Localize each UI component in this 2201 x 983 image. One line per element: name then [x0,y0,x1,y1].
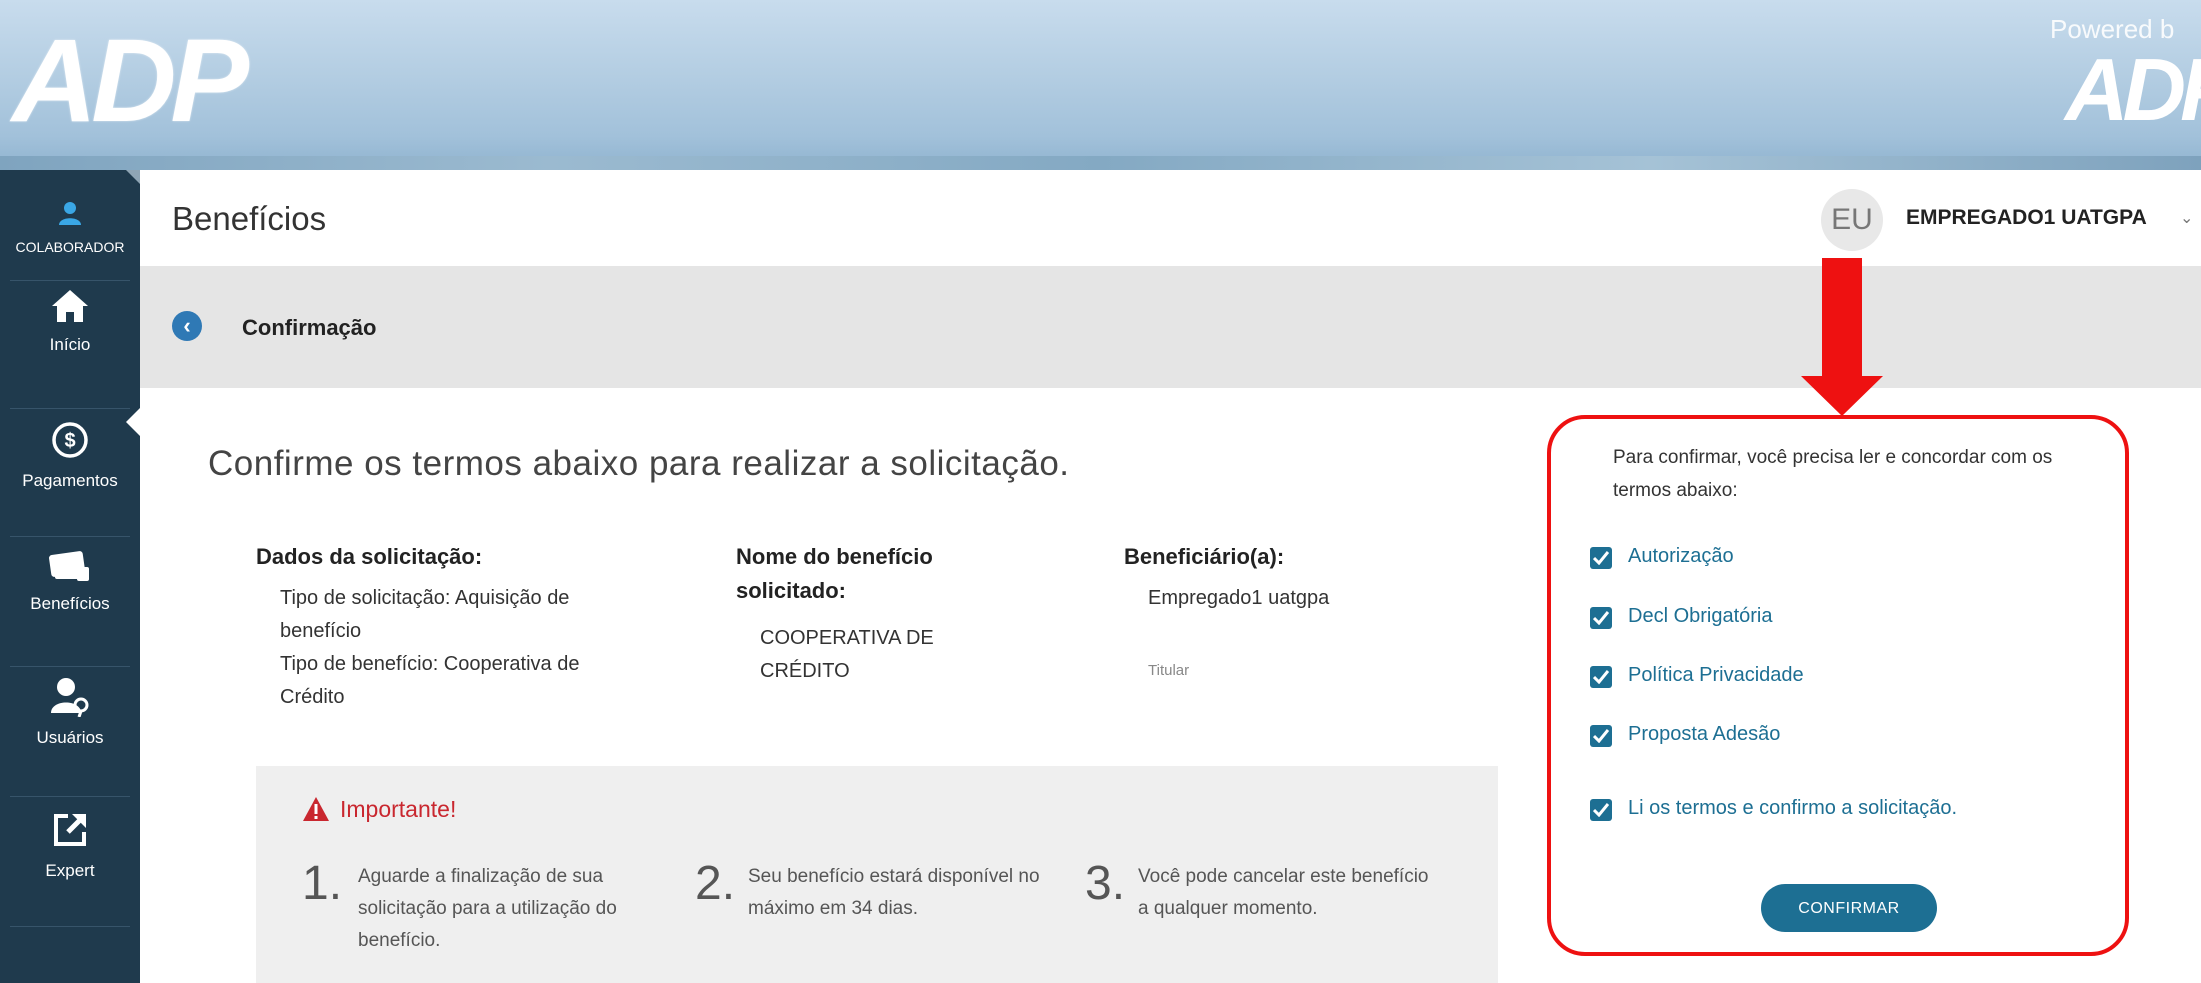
beneficiary-role: Titular [1148,662,1190,679]
step-number: 3. [1085,857,1126,910]
section-title: Confirmação [242,315,377,340]
svg-text:$: $ [64,430,75,452]
sidebar-divider [10,926,130,927]
checkbox-label[interactable]: Proposta Adesão [1628,723,1780,746]
checkbox-checked-icon[interactable] [1590,547,1612,569]
step-text: Aguarde a finalização de sua solicitação… [358,866,617,951]
step-number: 2. [695,857,736,910]
sidebar-item-label: COLABORADOR [15,239,125,255]
checkbox-checked-icon[interactable] [1590,725,1612,747]
sidebar-collapse-corner[interactable] [126,170,140,184]
beneficiary-heading: Beneficiário(a): [1124,544,1285,569]
page-title: Benefícios [172,200,327,237]
sidebar-item-label: Expert [45,861,95,880]
step-text: Seu benefício estará disponível no máxim… [748,866,1040,919]
confirm-intro-text: Para confirmar, você precisa ler e conco… [1613,447,2053,501]
sidebar-divider [10,666,130,667]
adp-logo: ADP [12,15,249,147]
main-heading: Confirme os termos abaixo para realizar … [208,444,1070,483]
warning-icon [302,796,330,827]
checkbox-checked-icon[interactable] [1590,799,1612,821]
sidebar-divider [10,408,130,409]
header-banner [0,0,2201,170]
checkbox-label[interactable]: Li os termos e confirmo a solicitação. [1628,797,1957,820]
users-icon [0,677,140,722]
benefit-type: Tipo de benefício: Cooperativa de Crédit… [280,653,580,708]
sidebar-divider [10,796,130,797]
section-bar [140,266,2201,388]
back-button[interactable]: ‹ [172,311,202,341]
sidebar-item-beneficios[interactable]: Benefícios [0,547,140,614]
home-icon [0,288,140,329]
sidebar-item-pagamentos[interactable]: $ Pagamentos [0,420,140,491]
user-menu-name[interactable]: EMPREGADO1 UATGPA [1906,206,2147,230]
annotation-arrow-shaft [1822,258,1862,378]
checkbox-checked-icon[interactable] [1590,607,1612,629]
sidebar-item-colaborador[interactable]: COLABORADOR [0,200,140,257]
chevron-down-icon[interactable]: ⌄ [2180,208,2193,228]
sidebar-item-expert[interactable]: Expert [0,810,140,881]
benefit-name-value: COOPERATIVA DE CRÉDITO [760,627,934,682]
sidebar-item-label: Pagamentos [22,471,118,490]
active-indicator [126,408,140,436]
sidebar-divider [10,536,130,537]
request-data-heading: Dados da solicitação: [256,544,483,569]
benefit-name-heading: Nome do benefício solicitado: [736,544,933,603]
checkbox-label[interactable]: Decl Obrigatória [1628,605,1773,628]
checkbox-checked-icon[interactable] [1590,666,1612,688]
card-icon [0,547,140,588]
step-number: 1. [302,857,343,910]
dollar-icon: $ [0,420,140,465]
sidebar-item-usuarios[interactable]: Usuários [0,677,140,748]
step-text: Você pode cancelar este benefício a qual… [1138,866,1429,919]
sidebar: COLABORADOR Início $ Pagamentos Benefíci… [0,170,140,983]
confirm-button[interactable]: CONFIRMAR [1761,884,1937,932]
beneficiary-name: Empregado1 uatgpa [1148,587,1330,609]
checkbox-label[interactable]: Autorização [1628,545,1734,568]
request-type: Tipo de solicitação: Aquisição de benefí… [280,587,570,642]
external-link-icon [0,810,140,855]
checkbox-label[interactable]: Política Privacidade [1628,664,1804,687]
sidebar-item-label: Benefícios [30,594,110,613]
sidebar-item-label: Usuários [36,728,104,747]
request-data-details: Tipo de solicitação: Aquisição de benefí… [280,582,640,714]
avatar[interactable]: EU [1821,189,1883,251]
user-icon [0,200,140,231]
annotation-arrow-head [1801,376,1883,416]
sidebar-item-inicio[interactable]: Início [0,288,140,355]
sidebar-item-label: Início [49,335,91,354]
important-title: Importante! [340,796,457,822]
adp-logo-small: ADP [2065,40,2201,139]
sidebar-divider [10,280,130,281]
